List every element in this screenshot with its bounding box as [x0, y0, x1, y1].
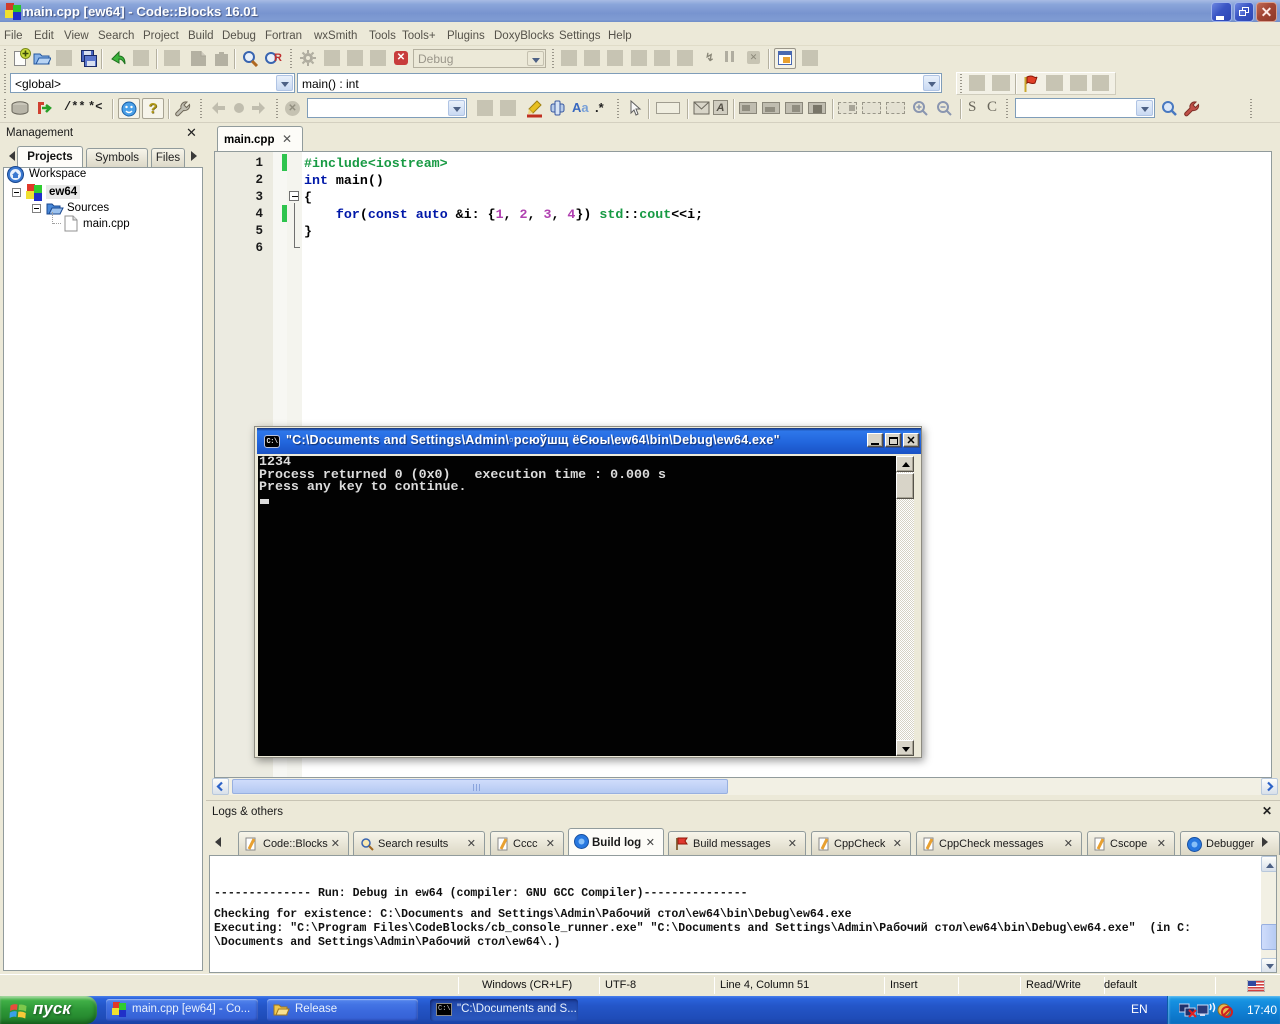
- svg-text:R: R: [274, 52, 282, 64]
